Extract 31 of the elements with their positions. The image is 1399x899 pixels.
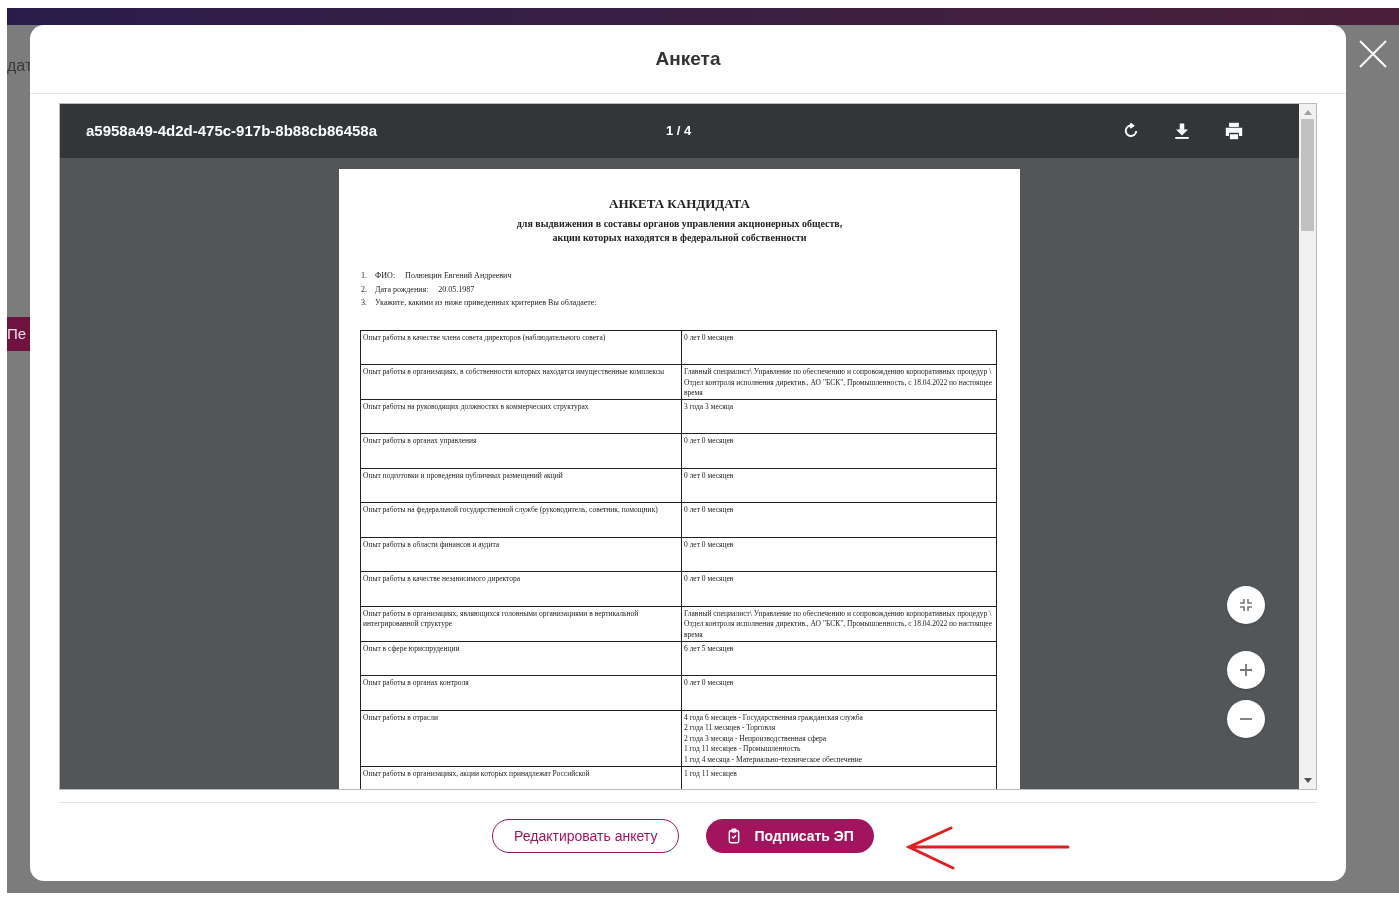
rotate-icon[interactable] [1122,122,1140,140]
dialog-title: Анкета [655,46,721,71]
document-subtitle: акции которых находятся в федеральной собственности [551,231,808,245]
scrollbar[interactable] [1299,104,1316,789]
zoom-in-button[interactable] [1227,651,1265,689]
scrollbar-thumb[interactable] [1301,119,1314,231]
item-label: Дата рождения: [375,283,429,296]
scroll-up-icon [1303,110,1312,115]
item-label: Укажите, какими из ниже приведенных критериев Вы обладаете: [375,297,597,309]
background-button[interactable]: Пе [7,317,30,351]
zoom-out-button[interactable] [1227,700,1265,738]
fit-page-button[interactable] [1227,586,1265,624]
download-icon[interactable] [1173,122,1191,140]
item-label: ФИО: [375,270,396,282]
item-number: 2. [361,283,367,296]
item-value: Полюнцин Евгений Андреевич [405,270,512,282]
document-title: АНКЕТА КАНДИДАТА [608,196,751,212]
close-icon[interactable] [1359,40,1387,68]
print-icon[interactable] [1224,122,1244,140]
page-counter: 1 / 4 [666,122,692,141]
sign-button[interactable]: Подписать ЭП [706,819,874,853]
item-value: 20.05.1987 [438,283,475,296]
background-heading: дат [7,56,33,76]
item-number: 1. [361,270,367,282]
plus-icon [1239,663,1253,677]
edit-form-button[interactable]: Редактировать анкету [492,819,680,853]
fit-page-icon [1239,598,1253,612]
file-name: a5958a49-4d2d-475c-917b-8b88cb86458a [86,120,379,141]
scroll-down-icon [1303,778,1312,783]
document-subtitle: для выдвижения в составы органов управления акционерных обществ, [515,217,844,231]
item-number: 3. [361,297,367,309]
